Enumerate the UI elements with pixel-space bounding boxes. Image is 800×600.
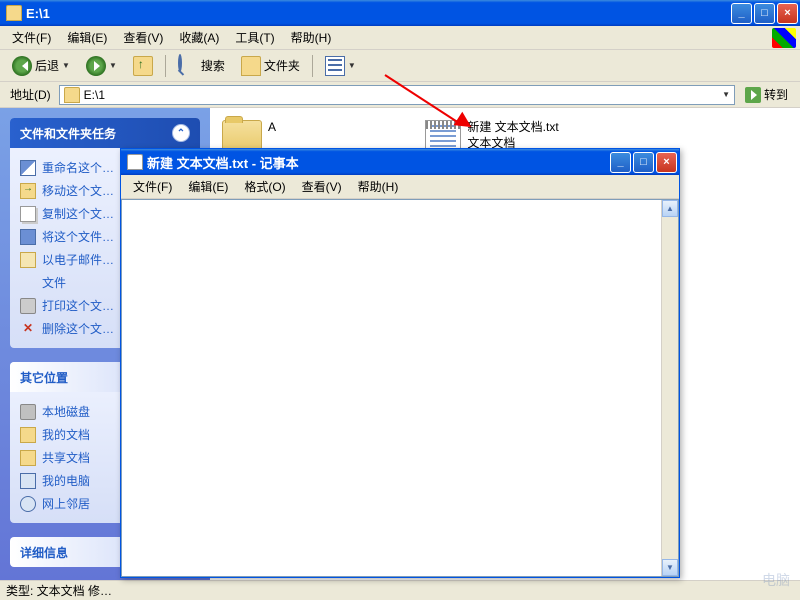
forward-icon xyxy=(86,56,106,76)
menu-view[interactable]: 查看(V) xyxy=(115,26,171,49)
go-label: 转到 xyxy=(764,86,788,103)
close-button[interactable]: × xyxy=(656,152,677,173)
status-bar: 类型: 文本文档 修… xyxy=(0,580,800,600)
notepad-window: 新建 文本文档.txt - 记事本 _ □ × 文件(F) 编辑(E) 格式(O… xyxy=(120,148,680,578)
menu-file[interactable]: 文件(F) xyxy=(125,175,180,198)
details-title: 详细信息 xyxy=(20,544,68,561)
shared-folder-icon xyxy=(20,450,36,466)
notepad-menubar: 文件(F) 编辑(E) 格式(O) 查看(V) 帮助(H) xyxy=(121,175,679,199)
explorer-titlebar[interactable]: E:\1 _ □ × xyxy=(0,0,800,26)
address-input[interactable]: E:\1 ▼ xyxy=(59,85,735,105)
scroll-up-button[interactable]: ▲ xyxy=(662,200,678,217)
computer-icon xyxy=(20,473,36,489)
folder-icon xyxy=(6,5,22,21)
scroll-down-button[interactable]: ▼ xyxy=(662,559,678,576)
views-button[interactable]: ▼ xyxy=(319,53,362,79)
search-button[interactable]: 搜索 xyxy=(172,53,231,79)
menu-favorites[interactable]: 收藏(A) xyxy=(171,26,227,49)
network-icon xyxy=(20,496,36,512)
separator xyxy=(312,55,313,77)
menu-tools[interactable]: 工具(T) xyxy=(227,26,282,49)
corner-watermark: 电脑 xyxy=(762,570,790,590)
maximize-button[interactable]: □ xyxy=(754,3,775,24)
forward-button[interactable]: ▼ xyxy=(80,53,123,79)
explorer-toolbar: 后退 ▼ ▼ 搜索 文件夹 ▼ xyxy=(0,50,800,82)
address-value: E:\1 xyxy=(84,88,105,102)
go-icon xyxy=(745,87,761,103)
notepad-textarea[interactable]: ▲ ▼ xyxy=(121,199,679,577)
blank-icon xyxy=(20,275,36,291)
search-label: 搜索 xyxy=(201,57,225,74)
go-button[interactable]: 转到 xyxy=(739,84,794,105)
folder-icon xyxy=(64,87,80,103)
folders-button[interactable]: 文件夹 xyxy=(235,53,306,79)
status-text: 类型: 文本文档 修… xyxy=(6,582,112,599)
explorer-title: E:\1 xyxy=(26,6,731,21)
tasks-header[interactable]: 文件和文件夹任务 ⌃ xyxy=(10,118,200,148)
folder-label: A xyxy=(268,120,276,136)
folders-icon xyxy=(241,56,261,76)
notepad-titlebar[interactable]: 新建 文本文档.txt - 记事本 _ □ × xyxy=(121,149,679,175)
folders-label: 文件夹 xyxy=(264,57,300,74)
back-button[interactable]: 后退 ▼ xyxy=(6,53,76,79)
back-icon xyxy=(12,56,32,76)
menu-view[interactable]: 查看(V) xyxy=(294,175,350,198)
menu-help[interactable]: 帮助(H) xyxy=(283,26,340,49)
up-button[interactable] xyxy=(127,53,159,79)
chevron-down-icon: ▼ xyxy=(109,61,117,70)
explorer-menubar: 文件(F) 编辑(E) 查看(V) 收藏(A) 工具(T) 帮助(H) xyxy=(0,26,800,50)
chevron-down-icon[interactable]: ▼ xyxy=(722,90,730,99)
disk-icon xyxy=(20,404,36,420)
menu-edit[interactable]: 编辑(E) xyxy=(59,26,115,49)
address-label: 地址(D) xyxy=(6,86,55,103)
rename-icon xyxy=(20,160,36,176)
delete-icon: ✕ xyxy=(20,321,36,337)
views-icon xyxy=(325,56,345,76)
search-icon xyxy=(178,54,182,72)
menu-edit[interactable]: 编辑(E) xyxy=(180,175,236,198)
back-label: 后退 xyxy=(35,57,59,74)
collapse-icon[interactable]: ⌃ xyxy=(172,124,190,142)
publish-icon xyxy=(20,229,36,245)
notepad-title: 新建 文本文档.txt - 记事本 xyxy=(147,153,610,172)
menu-help[interactable]: 帮助(H) xyxy=(350,175,407,198)
minimize-button[interactable]: _ xyxy=(610,152,631,173)
minimize-button[interactable]: _ xyxy=(731,3,752,24)
chevron-down-icon: ▼ xyxy=(348,61,356,70)
window-controls: _ □ × xyxy=(610,152,677,173)
windows-flag-icon xyxy=(772,28,796,48)
window-controls: _ □ × xyxy=(731,3,798,24)
maximize-button[interactable]: □ xyxy=(633,152,654,173)
menu-file[interactable]: 文件(F) xyxy=(4,26,59,49)
copy-icon xyxy=(20,206,36,222)
menu-format[interactable]: 格式(O) xyxy=(236,175,293,198)
chevron-down-icon: ▼ xyxy=(62,61,70,70)
move-icon xyxy=(20,183,36,199)
email-icon xyxy=(20,252,36,268)
scrollbar[interactable]: ▲ ▼ xyxy=(661,200,678,576)
notepad-icon xyxy=(127,154,143,170)
documents-icon xyxy=(20,427,36,443)
up-folder-icon xyxy=(133,56,153,76)
close-button[interactable]: × xyxy=(777,3,798,24)
tasks-title: 文件和文件夹任务 xyxy=(20,125,116,142)
separator xyxy=(165,55,166,77)
places-title: 其它位置 xyxy=(20,369,68,386)
print-icon xyxy=(20,298,36,314)
